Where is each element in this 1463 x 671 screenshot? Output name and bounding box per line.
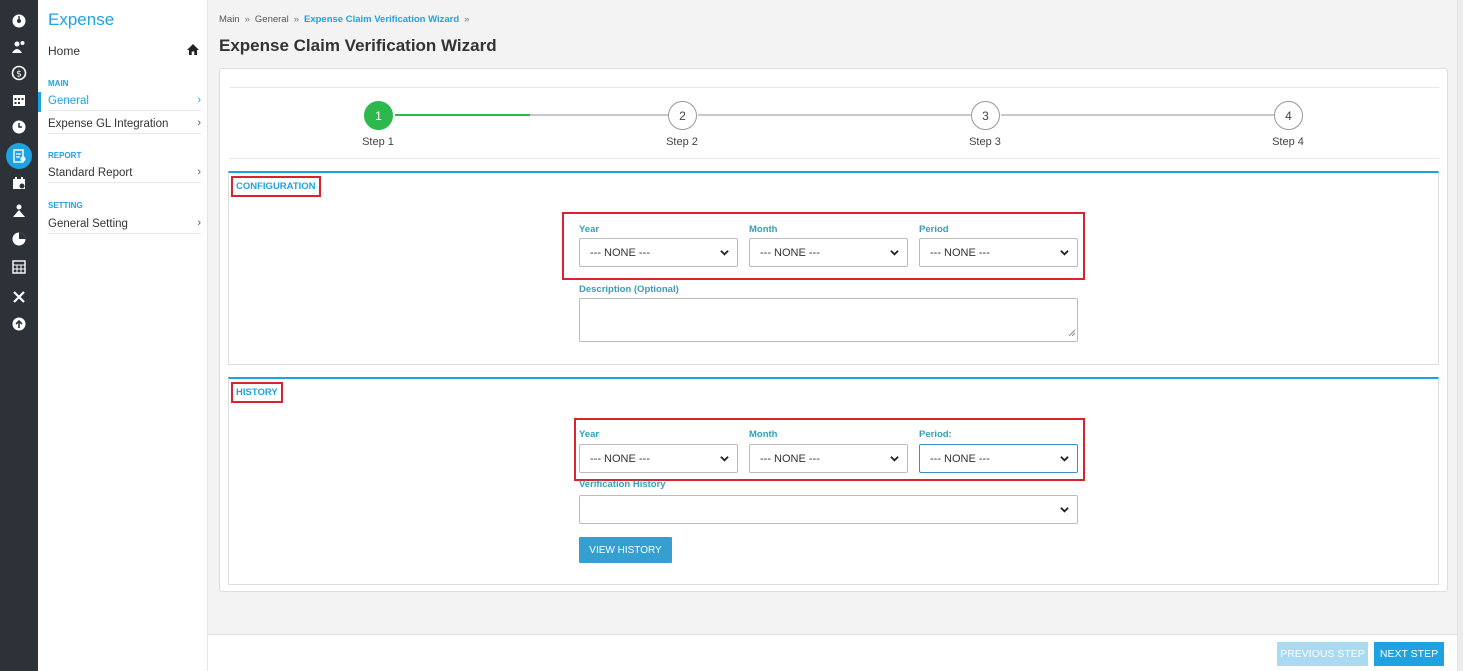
dashboard-icon[interactable] [7, 10, 31, 30]
module-title: Expense [48, 10, 115, 29]
menu-item-standard-report[interactable]: Standard Report › [48, 166, 201, 183]
step-4-indicator[interactable]: 4 [1274, 101, 1303, 130]
step-connector [530, 114, 669, 116]
resize-grip-icon[interactable] [1068, 325, 1076, 339]
config-period-select[interactable]: --- NONE --- [919, 238, 1078, 267]
chevron-down-icon [890, 248, 899, 260]
config-period-label: Period [919, 224, 949, 235]
org-icon[interactable] [7, 201, 31, 221]
config-year-select[interactable]: --- NONE --- [579, 238, 738, 267]
history-panel: HISTORY Year Month Period: --- NONE --- … [228, 377, 1439, 585]
wizard-footer: PREVIOUS STEP NEXT STEP [208, 634, 1463, 671]
chevron-down-icon [890, 454, 899, 466]
menu-home-link[interactable]: Home [48, 44, 200, 60]
step-1-indicator[interactable]: 1 [364, 101, 393, 130]
menu-item-general[interactable]: General › [48, 94, 201, 111]
menu-heading-setting: SETTING [48, 201, 83, 210]
menu-heading-main: MAIN [48, 79, 69, 88]
history-year-label: Year [579, 429, 600, 440]
history-period-select[interactable]: --- NONE --- [919, 444, 1078, 473]
breadcrumb-sep: » [293, 14, 299, 25]
calculator-icon[interactable] [7, 257, 31, 277]
step-progress-line [395, 114, 530, 116]
breadcrumb: Main » General » Expense Claim Verification … [219, 14, 474, 25]
history-period-label: Period: [919, 429, 952, 440]
window-edge [1457, 0, 1463, 671]
module-menu: Expense Home MAIN General › Expense GL I… [38, 0, 208, 671]
breadcrumb-general[interactable]: General [255, 14, 289, 25]
users-icon[interactable] [7, 37, 31, 57]
breadcrumb-sep: » [244, 14, 250, 25]
description-label: Description (Optional) [579, 284, 679, 295]
step-1-label: Step 1 [362, 136, 394, 148]
step-3-indicator[interactable]: 3 [971, 101, 1000, 130]
chart-icon[interactable] [7, 229, 31, 249]
menu-home-label: Home [48, 44, 81, 58]
home-icon [186, 43, 200, 59]
step-4-label: Step 4 [1272, 136, 1304, 148]
configuration-title: CONFIGURATION [231, 176, 321, 197]
breadcrumb-current[interactable]: Expense Claim Verification Wizard [304, 14, 459, 25]
history-year-select[interactable]: --- NONE --- [579, 444, 738, 473]
breadcrumb-sep: » [464, 14, 470, 25]
chevron-down-icon [1060, 454, 1069, 466]
chevron-down-icon [720, 454, 729, 466]
clock-icon[interactable] [7, 117, 31, 137]
step-3-label: Step 3 [969, 136, 1001, 148]
config-month-label: Month [749, 224, 778, 235]
history-title: HISTORY [231, 382, 283, 403]
configuration-panel: CONFIGURATION Year Month Period --- NONE… [228, 171, 1439, 365]
page-title: Expense Claim Verification Wizard [219, 36, 497, 55]
view-history-button[interactable]: VIEW HISTORY [579, 537, 672, 563]
wizard-card: 1 2 3 4 Step 1 Step 2 Step 3 Step 4 CONF… [219, 68, 1448, 592]
svg-text:$: $ [16, 70, 22, 80]
config-month-select[interactable]: --- NONE --- [749, 238, 908, 267]
previous-step-button[interactable]: PREVIOUS STEP [1277, 642, 1368, 666]
menu-item-general-setting[interactable]: General Setting › [48, 217, 201, 234]
planner-icon[interactable] [7, 173, 31, 193]
chevron-down-icon [720, 248, 729, 260]
step-2-indicator[interactable]: 2 [668, 101, 697, 130]
expense-claim-icon[interactable] [6, 143, 32, 169]
history-month-select[interactable]: --- NONE --- [749, 444, 908, 473]
next-step-button[interactable]: NEXT STEP [1374, 642, 1444, 666]
step-2-label: Step 2 [666, 136, 698, 148]
breadcrumb-main[interactable]: Main [219, 14, 240, 25]
description-textarea[interactable] [579, 298, 1078, 342]
chevron-right-icon: › [197, 94, 201, 106]
verification-history-label: Verification History [579, 479, 666, 490]
chevron-down-icon [1060, 505, 1069, 517]
upload-icon[interactable] [7, 314, 31, 334]
icon-rail: $ [0, 0, 38, 671]
chevron-right-icon: › [197, 166, 201, 178]
money-icon[interactable]: $ [7, 63, 31, 83]
chevron-right-icon: › [197, 117, 201, 129]
step-connector [1001, 114, 1276, 116]
calendar-icon[interactable] [7, 90, 31, 110]
history-month-label: Month [749, 429, 778, 440]
verification-history-select[interactable] [579, 495, 1078, 524]
menu-active-indicator [38, 92, 41, 112]
menu-item-expense-gl-integration[interactable]: Expense GL Integration › [48, 117, 201, 134]
step-connector [698, 114, 973, 116]
menu-heading-report: REPORT [48, 151, 82, 160]
wizard-stepper: 1 2 3 4 Step 1 Step 2 Step 3 Step 4 [230, 87, 1439, 159]
chevron-right-icon: › [197, 217, 201, 229]
chevron-down-icon [1060, 248, 1069, 260]
tools-icon[interactable] [7, 287, 31, 307]
config-year-label: Year [579, 224, 600, 235]
